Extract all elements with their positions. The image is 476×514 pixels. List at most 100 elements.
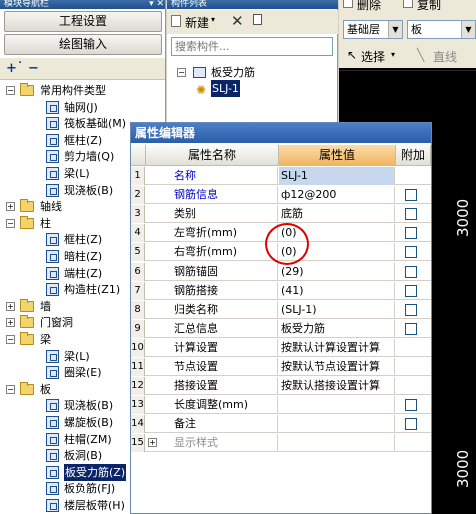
component-icon bbox=[46, 117, 59, 131]
attach-checkbox[interactable] bbox=[405, 208, 417, 221]
component-icon bbox=[46, 399, 59, 413]
property-name-text: 右弯折(mm) bbox=[174, 245, 238, 259]
copy-icon bbox=[403, 0, 413, 8]
floor-select[interactable]: 基础层 ▼ bbox=[343, 20, 403, 39]
property-value[interactable] bbox=[279, 396, 395, 415]
collapse-icon[interactable]: − bbox=[6, 218, 15, 228]
property-value[interactable] bbox=[279, 434, 395, 453]
property-name: 搭接设置 bbox=[146, 377, 278, 396]
new-button[interactable]: 新建 bbox=[185, 14, 209, 31]
attach-checkbox[interactable] bbox=[405, 227, 417, 240]
property-row[interactable]: 13 长度调整(mm) bbox=[131, 396, 431, 415]
property-row[interactable]: 15 + 显示样式 bbox=[131, 434, 431, 453]
tree-label: 门窗洞 bbox=[40, 316, 73, 330]
property-row[interactable]: 6 钢筋锚固 (29) bbox=[131, 262, 431, 281]
component-icon bbox=[46, 167, 59, 180]
property-row[interactable]: 14 备注 bbox=[131, 415, 431, 434]
component-icon bbox=[46, 283, 59, 297]
row-number: 3 bbox=[131, 205, 145, 224]
type-select[interactable]: 板 ▼ bbox=[407, 20, 476, 39]
delete-icon[interactable]: ✕ bbox=[231, 12, 244, 30]
expand-icon[interactable]: + bbox=[6, 318, 15, 328]
attach-cell bbox=[396, 434, 431, 452]
property-value[interactable]: (29) bbox=[279, 262, 395, 281]
property-name-text: 节点设置 bbox=[174, 360, 218, 373]
folder-icon bbox=[20, 315, 34, 329]
property-row[interactable]: 10 计算设置 按默认计算设置计算 bbox=[131, 338, 431, 357]
delete-button[interactable]: 删除 bbox=[357, 0, 381, 13]
collapse-icon[interactable]: − bbox=[6, 384, 15, 394]
property-row[interactable]: 8 归类名称 (SLJ-1) bbox=[131, 300, 431, 319]
property-row[interactable]: 3 类别 底筋 bbox=[131, 205, 431, 224]
row-number: 15 bbox=[131, 434, 145, 453]
collapse-icon[interactable]: − bbox=[6, 335, 15, 344]
row-number: 4 bbox=[131, 224, 145, 243]
component-tree-child[interactable]: ✺ SLJ-1 bbox=[177, 80, 332, 97]
tree-label: 螺旋板(B) bbox=[64, 416, 114, 429]
property-row[interactable]: 7 钢筋搭接 (41) bbox=[131, 281, 431, 300]
attach-checkbox[interactable] bbox=[405, 265, 417, 278]
select-dropdown-icon[interactable]: ▾ bbox=[391, 50, 395, 59]
property-value-header[interactable]: 属性值 bbox=[279, 145, 396, 166]
tree-label: 板负筋(FJ) bbox=[64, 482, 116, 496]
attach-checkbox[interactable] bbox=[405, 418, 417, 431]
collapse-icon[interactable]: − bbox=[6, 86, 15, 95]
expand-icon[interactable]: + bbox=[6, 202, 15, 212]
folder-icon bbox=[20, 298, 34, 312]
tree-item[interactable]: 轴网(J) bbox=[6, 99, 164, 116]
attach-checkbox[interactable] bbox=[405, 399, 417, 412]
attach-checkbox[interactable] bbox=[405, 322, 417, 335]
folder-icon bbox=[20, 215, 34, 229]
component-tree-parent[interactable]: − 板受力筋 bbox=[177, 64, 332, 81]
property-name-header[interactable]: 属性名称 bbox=[146, 145, 279, 166]
property-name: 长度调整(mm) bbox=[146, 396, 278, 415]
attach-header[interactable]: 附加 bbox=[396, 145, 431, 166]
new-dropdown-icon[interactable]: ▾ bbox=[211, 15, 215, 24]
collapse-icon[interactable]: − bbox=[177, 68, 186, 77]
property-value[interactable]: 按默认节点设置计算 bbox=[279, 358, 395, 376]
property-value[interactable]: 按默认搭接设置计算 bbox=[279, 377, 395, 396]
property-row[interactable]: 1 名称 SLJ-1 bbox=[131, 167, 431, 185]
attach-checkbox[interactable] bbox=[405, 284, 417, 297]
property-row[interactable]: 11 节点设置 按默认节点设置计算 bbox=[131, 358, 431, 376]
property-row[interactable]: 2 钢筋信息 ф12@200 bbox=[131, 186, 431, 205]
tree-folder[interactable]: − 常用构件类型 bbox=[6, 82, 164, 99]
line-button[interactable]: 直线 bbox=[433, 48, 457, 65]
component-icon bbox=[46, 133, 59, 147]
property-value[interactable]: SLJ-1 bbox=[279, 167, 395, 185]
drawing-input-button[interactable]: 绘图输入 bbox=[4, 34, 162, 55]
property-editor-title-bar[interactable]: 属性编辑器 bbox=[131, 123, 431, 143]
attach-checkbox[interactable] bbox=[405, 246, 417, 259]
property-value[interactable]: 板受力筋 bbox=[279, 319, 395, 338]
project-settings-button[interactable]: 工程设置 bbox=[4, 11, 162, 32]
component-icon bbox=[46, 499, 59, 512]
property-value[interactable]: (41) bbox=[279, 281, 395, 300]
component-icon bbox=[46, 150, 59, 164]
copy-icon[interactable] bbox=[253, 14, 262, 25]
property-value[interactable]: 底筋 bbox=[279, 205, 395, 224]
property-row[interactable]: 12 搭接设置 按默认搭接设置计算 bbox=[131, 377, 431, 396]
navigator-title-buttons[interactable]: ▾ ✕ bbox=[149, 0, 164, 9]
select-button[interactable]: 选择 bbox=[361, 48, 385, 65]
property-value[interactable]: (SLJ-1) bbox=[279, 300, 395, 319]
copy-button[interactable]: 复制 bbox=[417, 0, 441, 13]
remove-icon[interactable]: − bbox=[28, 61, 39, 76]
row-number: 5 bbox=[131, 243, 145, 262]
attach-checkbox[interactable] bbox=[405, 303, 417, 316]
property-value[interactable]: 按默认计算设置计算 bbox=[279, 338, 395, 357]
property-name: 类别 bbox=[146, 205, 278, 224]
expand-icon[interactable]: + bbox=[148, 438, 157, 448]
attach-checkbox[interactable] bbox=[405, 189, 417, 202]
tree-label: 梁 bbox=[40, 333, 51, 346]
property-name: 归类名称 bbox=[146, 300, 278, 319]
component-list-title-bar: 构件列表 bbox=[167, 0, 338, 9]
tree-label: 现浇板(B) bbox=[64, 183, 114, 197]
row-number-header bbox=[131, 145, 146, 166]
property-value[interactable] bbox=[279, 415, 395, 434]
property-row[interactable]: 9 汇总信息 板受力筋 bbox=[131, 319, 431, 338]
expand-icon[interactable]: + bbox=[6, 301, 15, 311]
component-search-input[interactable] bbox=[171, 37, 333, 56]
property-value[interactable]: ф12@200 bbox=[279, 186, 395, 205]
cursor-icon: ↖ bbox=[347, 48, 358, 62]
add-icon[interactable]: +˙ bbox=[6, 61, 23, 76]
